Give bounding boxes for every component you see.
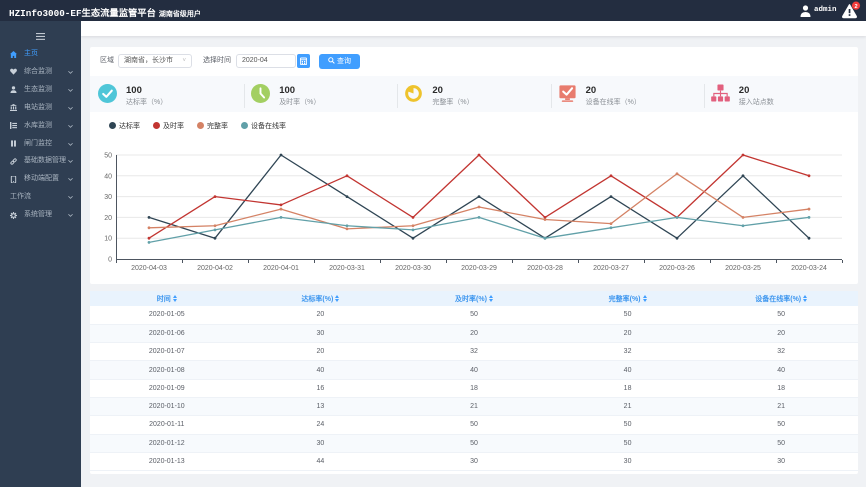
svg-text:2020-03-29: 2020-03-29 (461, 265, 497, 272)
svg-text:40: 40 (104, 173, 112, 180)
svg-text:20: 20 (104, 215, 112, 222)
svg-text:10: 10 (104, 236, 112, 243)
svg-text:50: 50 (104, 153, 112, 160)
svg-text:2020-04-01: 2020-04-01 (263, 265, 299, 272)
svg-text:2020-03-30: 2020-03-30 (395, 265, 431, 272)
svg-text:2020-04-03: 2020-04-03 (131, 265, 167, 272)
svg-text:2020-03-27: 2020-03-27 (593, 265, 629, 272)
svg-text:30: 30 (104, 194, 112, 201)
svg-text:2020-03-25: 2020-03-25 (725, 265, 761, 272)
svg-text:2020-03-31: 2020-03-31 (329, 265, 365, 272)
svg-text:0: 0 (108, 257, 112, 264)
svg-text:2020-04-02: 2020-04-02 (197, 265, 233, 272)
svg-text:2020-03-28: 2020-03-28 (527, 265, 563, 272)
svg-text:2: 2 (854, 4, 857, 10)
svg-text:2020-03-24: 2020-03-24 (791, 265, 827, 272)
svg-text:2020-03-26: 2020-03-26 (659, 265, 695, 272)
